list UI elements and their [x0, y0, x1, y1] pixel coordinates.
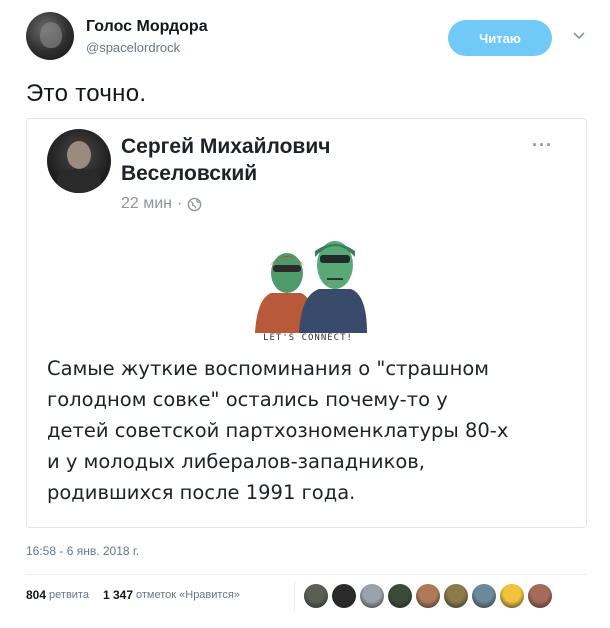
tweet-timestamp[interactable]: 16:58 - 6 янв. 2018 г.: [26, 544, 139, 558]
divider: [26, 574, 586, 575]
quoted-screenshot[interactable]: Сергей Михайлович Веселовский ··· 22 мин…: [26, 118, 587, 528]
tweet-stats: 804 ретвита 1 347 отметок «Нравится»: [26, 588, 240, 602]
fb-author-name-line1: Сергей Михайлович: [121, 135, 331, 158]
post-illustration: LET'S CONNECT!: [249, 237, 367, 347]
liker-avatars: [304, 584, 552, 608]
liker-avatar[interactable]: [528, 584, 552, 608]
more-options-icon: ···: [532, 135, 553, 155]
post-line: Самые жуткие воспоминания о "страшном: [47, 357, 489, 380]
fb-author-name-line2: Веселовский: [121, 162, 258, 185]
fb-author-name: Сергей Михайлович Веселовский: [121, 133, 330, 187]
retweets-count[interactable]: 804: [26, 588, 46, 602]
following-button[interactable]: Читаю: [448, 20, 552, 56]
author-name[interactable]: Голос Мордора: [86, 18, 208, 36]
fb-post-meta: 22 мин ·: [121, 195, 202, 213]
image-caption: LET'S CONNECT!: [263, 333, 353, 343]
post-line: голодном совке" остались почему-то у: [47, 388, 448, 411]
liker-avatar[interactable]: [500, 584, 524, 608]
likes-label[interactable]: отметок «Нравится»: [136, 589, 240, 601]
liker-avatar[interactable]: [472, 584, 496, 608]
meta-separator: ·: [177, 195, 183, 212]
liker-avatar[interactable]: [416, 584, 440, 608]
likes-count[interactable]: 1 347: [103, 588, 133, 602]
post-line: родившихся после 1991 года.: [47, 481, 356, 504]
chevron-down-icon[interactable]: [570, 26, 588, 44]
two-figures-image: [255, 241, 367, 333]
fb-post-text: Самые жуткие воспоминания о "страшном го…: [47, 353, 567, 508]
fb-post-time: 22 мин: [121, 195, 173, 212]
author-handle[interactable]: @spacelordrock: [86, 40, 180, 55]
tweet-text: Это точно.: [26, 80, 147, 107]
liker-avatar[interactable]: [444, 584, 468, 608]
stats-divider: [294, 582, 295, 612]
liker-avatar[interactable]: [388, 584, 412, 608]
fb-author-avatar: [47, 129, 111, 193]
liker-avatar[interactable]: [360, 584, 384, 608]
post-line: детей советской партхозноменклатуры 80-х: [47, 419, 509, 442]
tweet-header: Голос Мордора @spacelordrock Читаю: [26, 12, 586, 62]
post-line: и у молодых либералов-западников,: [47, 450, 425, 473]
user-avatar[interactable]: [26, 12, 74, 60]
liker-avatar[interactable]: [332, 584, 356, 608]
globe-icon: [188, 197, 202, 211]
retweets-label[interactable]: ретвита: [49, 589, 89, 601]
liker-avatar[interactable]: [304, 584, 328, 608]
